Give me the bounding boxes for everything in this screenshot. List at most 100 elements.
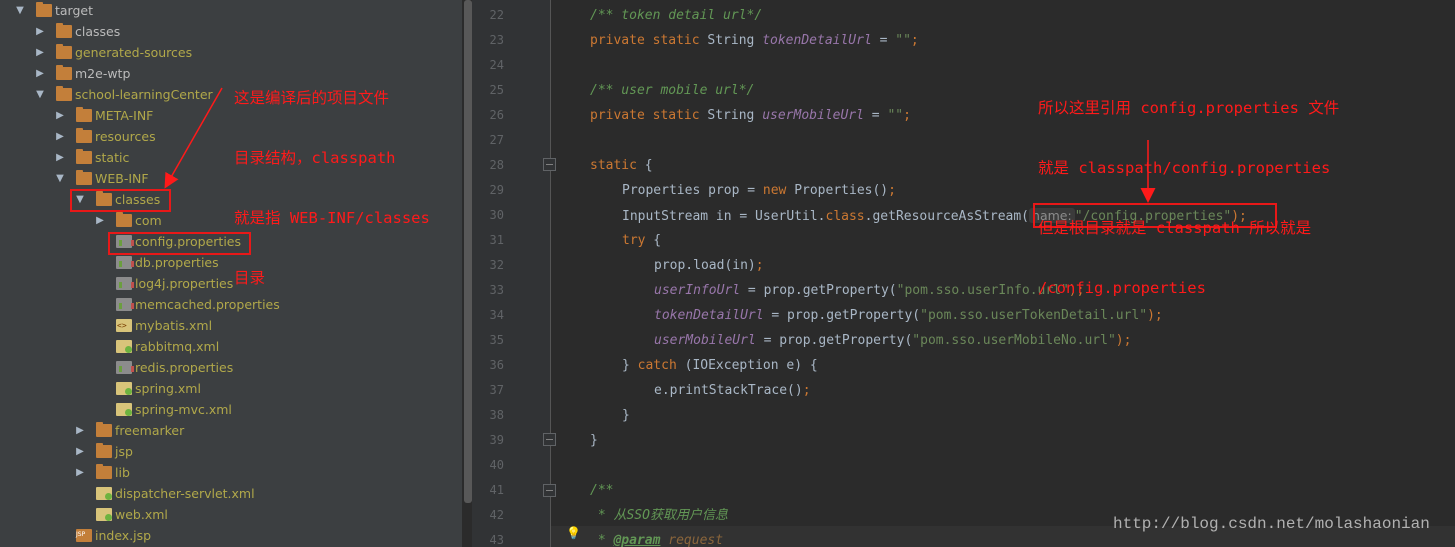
code-line-28: static { <box>590 158 653 173</box>
spring-xml-file-icon <box>116 382 132 395</box>
expand-arrow-right-icon[interactable]: ▶ <box>74 441 86 462</box>
line-number: 24 <box>489 58 504 72</box>
annotation-right-line: 所以这里引用 config.properties 文件 <box>1038 99 1340 117</box>
tree-item-label: target <box>55 3 94 18</box>
fold-marker-icon[interactable] <box>543 484 556 497</box>
tree-item-label: school-learningCenter <box>75 87 213 102</box>
expand-arrow-right-icon[interactable]: ▶ <box>34 21 46 42</box>
line-number: 28 <box>489 158 504 172</box>
tree-item[interactable]: mybatis.xml <box>0 315 462 336</box>
line-number: 29 <box>489 183 504 197</box>
tree-item[interactable]: redis.properties <box>0 357 462 378</box>
code-line-43: * @param request <box>590 533 724 547</box>
gutter-separator <box>550 0 551 547</box>
line-number: 26 <box>489 108 504 122</box>
highlight-box-config <box>108 232 251 255</box>
tree-item-label: WEB-INF <box>95 171 149 186</box>
line-number: 38 <box>489 408 504 422</box>
expand-arrow-right-icon[interactable]: ▶ <box>54 126 66 147</box>
folder-icon <box>56 65 72 80</box>
tree-item-label: freemarker <box>115 423 185 438</box>
properties-file-icon <box>116 298 134 311</box>
annotation-left-line: 目录结构，classpath <box>234 149 396 167</box>
expand-arrow-down-icon[interactable]: ▼ <box>54 168 66 189</box>
line-number: 27 <box>489 133 504 147</box>
tree-item-label: db.properties <box>135 255 219 270</box>
expand-arrow-right-icon[interactable]: ▶ <box>34 42 46 63</box>
tree-item[interactable]: dispatcher-servlet.xml <box>0 483 462 504</box>
expand-arrow-right-icon[interactable]: ▶ <box>74 420 86 441</box>
tree-item[interactable]: rabbitmq.xml <box>0 336 462 357</box>
tree-item-label: m2e-wtp <box>75 66 131 81</box>
expand-arrow-right-icon[interactable]: ▶ <box>54 105 66 126</box>
folder-icon <box>76 170 92 185</box>
annotation-left-line: 这是编译后的项目文件 <box>234 89 390 107</box>
tree-item[interactable]: ▶ lib <box>0 462 462 483</box>
line-number: 42 <box>489 508 504 522</box>
watermark: http://blog.csdn.net/molashaonian <box>1113 515 1430 533</box>
expand-arrow-down-icon[interactable]: ▼ <box>14 0 26 21</box>
xml-file-icon <box>116 315 132 336</box>
tree-item[interactable]: spring-mvc.xml <box>0 399 462 420</box>
code-line-35: userMobileUrl = prop.getProperty("pom.ss… <box>654 333 1132 348</box>
web-xml-file-icon <box>96 508 112 521</box>
folder-icon <box>76 128 92 143</box>
folder-icon <box>56 23 72 38</box>
properties-file-icon <box>116 361 134 374</box>
folder-icon <box>116 212 132 227</box>
expand-arrow-right-icon[interactable]: ▶ <box>34 63 46 84</box>
tree-item-label: META-INF <box>95 108 154 123</box>
tree-item[interactable]: index.jsp <box>0 525 462 546</box>
tree-item-label: com <box>135 213 162 228</box>
folder-icon <box>96 464 112 479</box>
tree-item-label: resources <box>95 129 156 144</box>
expand-arrow-right-icon[interactable]: ▶ <box>54 147 66 168</box>
tree-item[interactable]: ▶ classes <box>0 21 462 42</box>
fold-marker-icon[interactable] <box>543 158 556 171</box>
folder-icon <box>76 107 92 122</box>
tree-item-label: generated-sources <box>75 45 193 60</box>
line-number: 23 <box>489 33 504 47</box>
jsp-file-icon <box>76 529 92 542</box>
tree-item[interactable]: ▶ freemarker <box>0 420 462 441</box>
line-number: 41 <box>489 483 504 497</box>
line-number: 31 <box>489 233 504 247</box>
tree-item-label: mybatis.xml <box>135 318 213 333</box>
tree-item-label: index.jsp <box>95 528 152 543</box>
line-number: 37 <box>489 383 504 397</box>
code-line-26: private static String userMobileUrl = ""… <box>590 108 911 123</box>
tree-item[interactable]: ▼ target <box>0 0 462 21</box>
code-line-39: } <box>590 433 598 448</box>
tree-item[interactable]: web.xml <box>0 504 462 525</box>
code-line-42: * 从SSO获取用户信息 <box>590 508 728 523</box>
annotation-right: 所以这里引用 config.properties 文件 就是 classpath… <box>1038 58 1339 318</box>
line-number: 32 <box>489 258 504 272</box>
annotation-right-line: 但是根目录就是 classpath 所以就是 <box>1038 219 1312 237</box>
code-line-32: prop.load(in); <box>654 258 764 273</box>
code-line-25: /** user mobile url*/ <box>590 83 755 98</box>
line-number: 34 <box>489 308 504 322</box>
code-line-29: Properties prop = new Properties(); <box>622 183 896 198</box>
tree-item-label: rabbitmq.xml <box>135 339 220 354</box>
folder-icon <box>36 2 52 17</box>
folder-icon <box>76 149 92 164</box>
code-line-41: /** <box>590 483 614 498</box>
tree-item-label: log4j.properties <box>135 276 234 291</box>
code-line-22: /** token detail url*/ <box>590 8 763 23</box>
expand-arrow-right-icon[interactable]: ▶ <box>74 462 86 483</box>
tree-item[interactable]: ▶ jsp <box>0 441 462 462</box>
tree-item[interactable]: spring.xml <box>0 378 462 399</box>
tree-item-label: spring.xml <box>135 381 201 396</box>
line-number: 43 <box>489 533 504 547</box>
expand-arrow-right-icon[interactable]: ▶ <box>94 210 106 231</box>
expand-arrow-down-icon[interactable]: ▼ <box>34 84 46 105</box>
tree-item-label: lib <box>115 465 130 480</box>
highlight-box-classes <box>70 189 171 212</box>
lightbulb-icon[interactable]: 💡 <box>566 526 581 540</box>
folder-icon <box>96 422 112 437</box>
annotation-left-line: 目录 <box>234 269 266 287</box>
tree-scrollbar[interactable] <box>464 0 472 503</box>
tree-item-label: static <box>95 150 130 165</box>
line-number: 33 <box>489 283 504 297</box>
fold-marker-icon[interactable] <box>543 433 556 446</box>
